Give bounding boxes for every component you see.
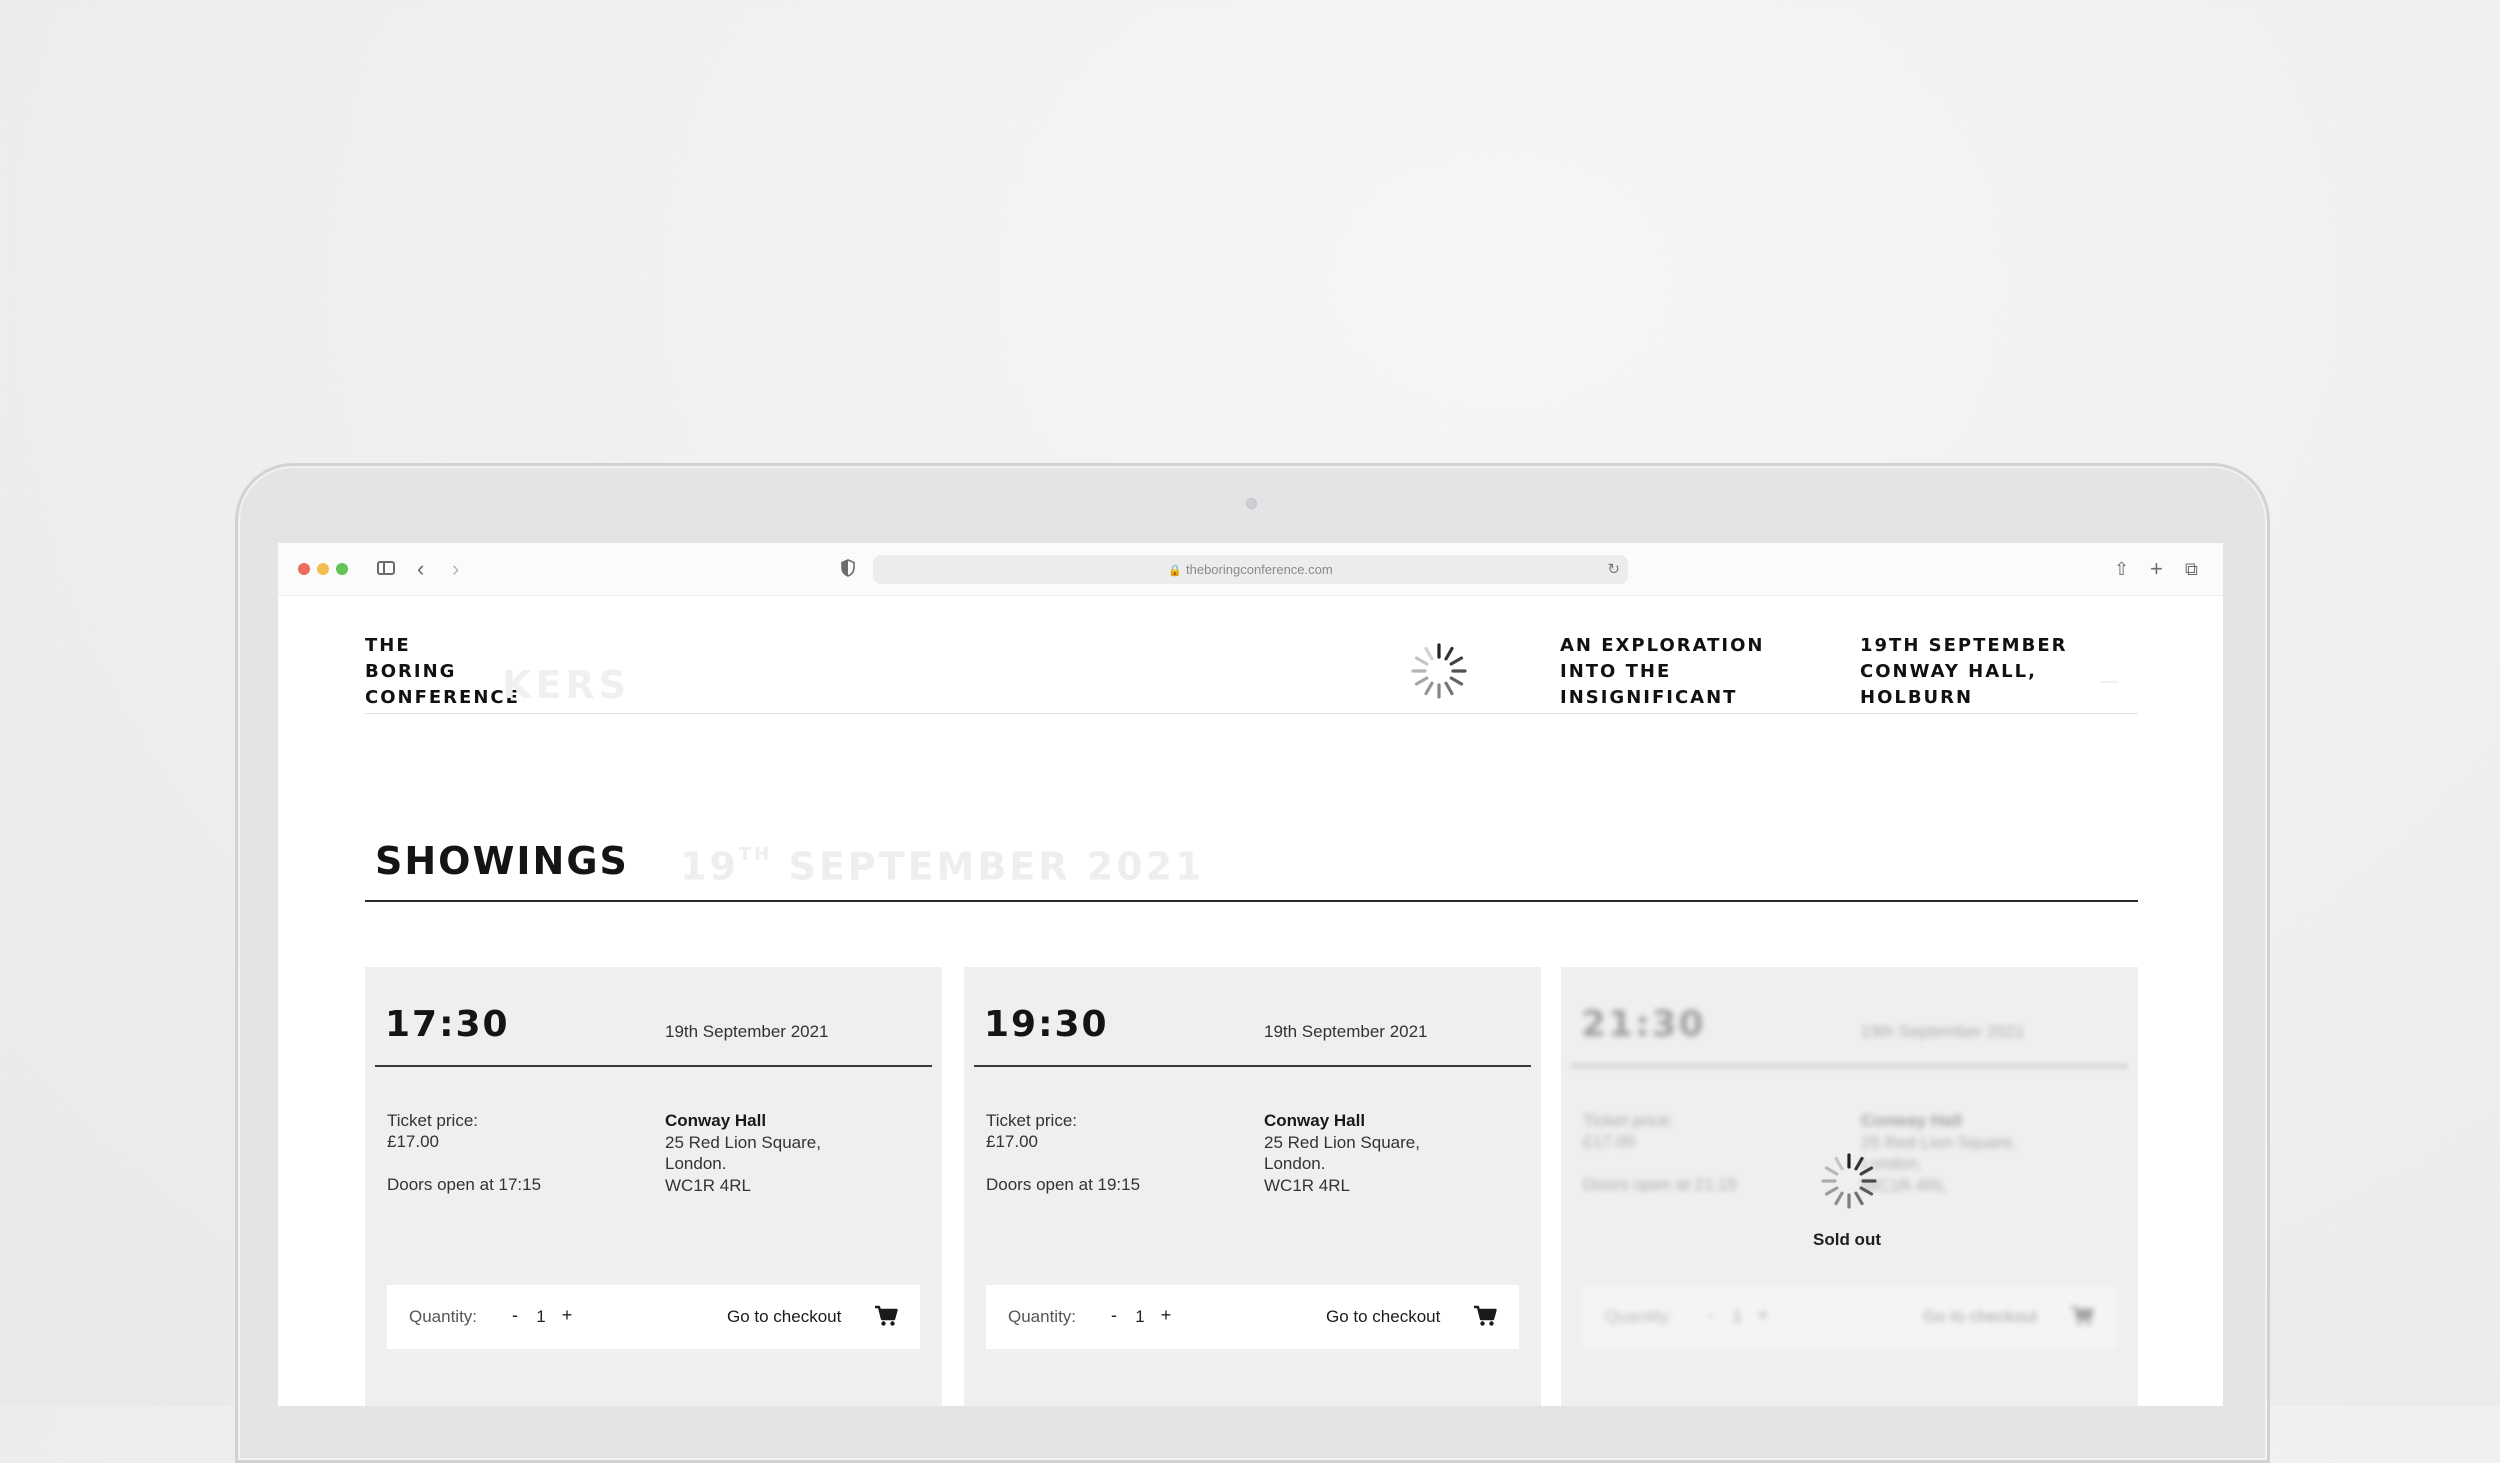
- forward-icon[interactable]: ›: [452, 554, 459, 584]
- browser-window: ‹ › 🔒 theboringconference.com ↻ ⇧ + ⧉ THE…: [278, 543, 2223, 1406]
- showing-card-1730: 17:30 19th September 2021 Ticket price: …: [365, 967, 942, 1406]
- venue-address: Conway Hall 25 Red Lion Square, London. …: [665, 1111, 821, 1195]
- sold-out-label: Sold out: [1813, 1230, 1881, 1249]
- purchase-bar: Quantity: - 1 + Go to checkout: [387, 1285, 920, 1349]
- site-tagline: AN EXPLORATION INTO THE INSIGNIFICANT: [1560, 635, 1765, 708]
- loading-spinner-icon: [1411, 643, 1467, 699]
- ticket-price: £17.00: [387, 1132, 439, 1151]
- doors-open-time: Doors open at 19:15: [986, 1175, 1141, 1194]
- address-bar[interactable]: 🔒 theboringconference.com ↻: [873, 555, 1628, 584]
- lock-icon: 🔒: [1168, 565, 1182, 577]
- decrease-quantity-button[interactable]: -: [507, 1305, 523, 1326]
- ticket-price-label: Ticket price:: [387, 1111, 479, 1130]
- reload-icon[interactable]: ↻: [1607, 555, 1620, 584]
- privacy-shield-icon[interactable]: [841, 559, 855, 577]
- minimize-window-button[interactable]: [317, 563, 329, 575]
- close-window-button[interactable]: [298, 563, 310, 575]
- site-logo[interactable]: THE BORING CONFERENCE: [365, 633, 520, 711]
- showings-date: 19TH SEPTEMBER 2021: [680, 844, 1205, 889]
- purchase-bar: Quantity: - 1 + Go to checkout: [986, 1285, 1519, 1349]
- showing-date: 19th September 2021: [665, 1022, 829, 1041]
- sidebar-toggle-icon[interactable]: [377, 561, 395, 575]
- doors-open-time: Doors open at 17:15: [387, 1175, 542, 1194]
- quantity-value[interactable]: 1: [534, 1307, 548, 1327]
- plus-icon[interactable]: +: [2150, 554, 2163, 584]
- quantity-value[interactable]: 1: [1133, 1307, 1147, 1327]
- card-divider: [974, 1065, 1531, 1067]
- go-to-checkout-button[interactable]: Go to checkout: [1326, 1307, 1440, 1327]
- increase-quantity-button[interactable]: +: [1158, 1305, 1174, 1326]
- showing-time: 17:30: [385, 1004, 510, 1045]
- shopping-cart-icon[interactable]: [874, 1305, 898, 1327]
- showing-time: 19:30: [984, 1004, 1109, 1045]
- section-divider: [365, 900, 2138, 902]
- zoom-window-button[interactable]: [336, 563, 348, 575]
- site-header: THE BORING CONFERENCE KERS AN EXPLORATIO…: [365, 633, 2138, 714]
- quantity-label: Quantity:: [409, 1307, 478, 1326]
- share-icon[interactable]: ⇧: [2114, 554, 2129, 584]
- card-divider: [375, 1065, 932, 1067]
- browser-toolbar: ‹ › 🔒 theboringconference.com ↻ ⇧ + ⧉: [278, 543, 2223, 596]
- loading-spinner-icon: [1821, 1153, 1877, 1209]
- sold-out-overlay: Sold out: [1561, 967, 2138, 1406]
- event-date-location: 19TH SEPTEMBER CONWAY HALL, HOLBURN: [1860, 635, 2068, 708]
- url-text: theboringconference.com: [1186, 562, 1333, 577]
- ticket-price-label: Ticket price:: [986, 1111, 1078, 1130]
- tab-overview-icon[interactable]: ⧉: [2185, 554, 2198, 584]
- showing-date: 19th September 2021: [1264, 1022, 1428, 1041]
- shopping-cart-icon[interactable]: [1473, 1305, 1497, 1327]
- faded-nav-text: KERS: [502, 663, 631, 707]
- increase-quantity-button[interactable]: +: [559, 1305, 575, 1326]
- venue-address: Conway Hall 25 Red Lion Square, London. …: [1264, 1111, 1420, 1195]
- camera: [1246, 498, 1257, 509]
- faded-menu-mark: [2100, 681, 2118, 683]
- go-to-checkout-button[interactable]: Go to checkout: [727, 1307, 841, 1327]
- showing-card-2130: 21:30 19th September 2021 Ticket price: …: [1561, 967, 2138, 1406]
- quantity-label: Quantity:: [1008, 1307, 1077, 1326]
- venue-name: Conway Hall: [665, 1111, 767, 1130]
- ticket-price: £17.00: [986, 1132, 1038, 1151]
- showing-card-1930: 19:30 19th September 2021 Ticket price: …: [964, 967, 1541, 1406]
- decrease-quantity-button[interactable]: -: [1106, 1305, 1122, 1326]
- venue-name: Conway Hall: [1264, 1111, 1366, 1130]
- showings-title: SHOWINGS: [375, 839, 629, 883]
- back-icon[interactable]: ‹: [417, 554, 424, 584]
